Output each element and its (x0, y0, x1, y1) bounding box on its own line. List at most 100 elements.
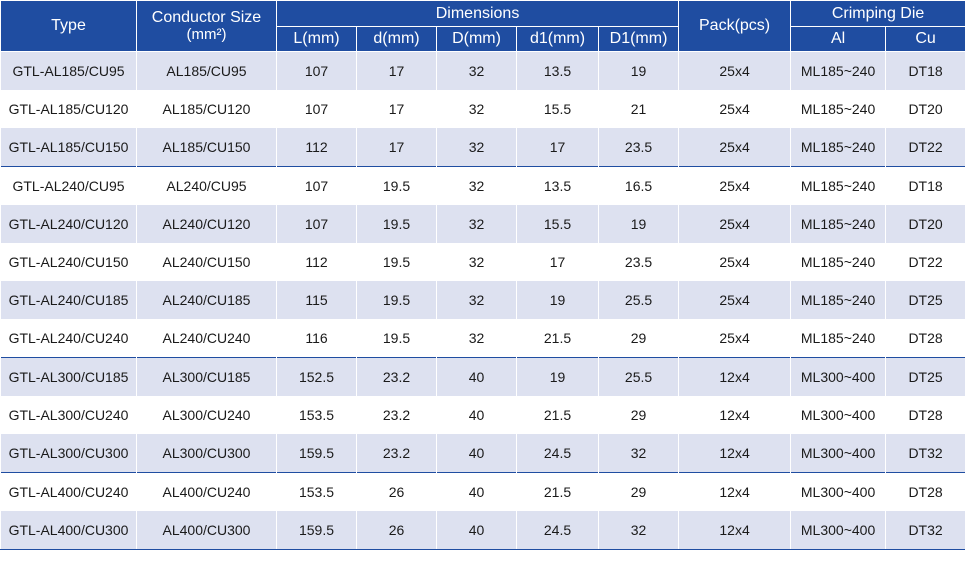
cell-d1: 21.5 (516, 472, 599, 511)
table-row: GTL-AL400/CU300 AL400/CU300 159.5 26 40 24.5 3… (0, 511, 965, 550)
col-header-L: L(mm) (276, 26, 357, 52)
cell-d1: 13.5 (516, 51, 599, 90)
cell-d1: 29 (597, 319, 680, 358)
cell-size: AL300/CU185 (136, 357, 277, 396)
cell-al: ML185~240 (790, 90, 887, 128)
cell-d1: 23.5 (597, 128, 680, 167)
cell-d1: 25.5 (597, 281, 680, 319)
table-row: GTL-AL300/CU185 AL300/CU185 152.5 23.2 40 19 2… (0, 357, 965, 396)
cell-d1: 17 (516, 128, 599, 167)
cell-type: GTL-AL240/CU120 (0, 205, 137, 243)
cell-d: 23.2 (356, 434, 437, 473)
cell-type: GTL-AL185/CU150 (0, 128, 137, 167)
conductor-size-label: Conductor Size (151, 8, 262, 26)
col-header-dimensions: Dimensions (275, 0, 680, 27)
cell-cu: DT28 (885, 472, 965, 511)
cell-d: 23.2 (356, 357, 437, 396)
cell-pack: 12x4 (678, 511, 792, 550)
table-row: GTL-AL185/CU150 AL185/CU150 112 17 32 17 23.5 2… (0, 128, 965, 167)
table-row: GTL-AL240/CU185 AL240/CU185 115 19.5 32 19 25.… (0, 281, 965, 319)
cell-type: GTL-AL240/CU240 (0, 319, 137, 358)
cell-d1: 15.5 (516, 90, 599, 128)
col-header-D: D(mm) (436, 26, 517, 52)
cell-pack: 25x4 (678, 51, 792, 90)
cell-d: 40 (436, 434, 517, 473)
cell-cu: DT18 (885, 51, 965, 90)
cell-d1: 16.5 (597, 166, 680, 205)
cell-d: 40 (436, 472, 517, 511)
cell-l: 112 (276, 243, 357, 281)
cell-size: AL240/CU150 (136, 243, 277, 281)
cell-d1: 24.5 (516, 434, 599, 473)
cell-d: 23.2 (356, 396, 437, 434)
cell-size: AL400/CU300 (136, 511, 277, 550)
cell-al: ML300~400 (790, 472, 887, 511)
cell-cu: DT20 (885, 90, 965, 128)
cell-al: ML185~240 (790, 51, 887, 90)
cell-size: AL300/CU240 (136, 396, 277, 434)
col-header-crimping-die: Crimping Die (790, 0, 965, 27)
cell-d1: 29 (597, 472, 680, 511)
cell-l: 107 (276, 51, 357, 90)
cell-d: 19.5 (356, 166, 437, 205)
col-header-pack: Pack(pcs) (678, 0, 792, 52)
col-header-d1: d1(mm) (516, 26, 599, 52)
cell-type: GTL-AL400/CU300 (0, 511, 137, 550)
cell-d: 32 (436, 243, 517, 281)
cell-size: AL185/CU95 (136, 51, 277, 90)
cell-pack: 25x4 (678, 166, 792, 205)
cell-d1: 29 (597, 396, 680, 434)
cell-size: AL240/CU240 (136, 319, 277, 358)
table-row: GTL-AL240/CU95 AL240/CU95 107 19.5 32 13.5 16.… (0, 166, 965, 205)
cell-size: AL400/CU240 (136, 472, 277, 511)
cell-cu: DT25 (885, 281, 965, 319)
cell-d: 32 (436, 281, 517, 319)
cell-d1: 24.5 (516, 511, 599, 550)
cell-al: ML300~400 (790, 511, 887, 550)
cell-d1: 32 (597, 434, 680, 473)
cell-size: AL240/CU120 (136, 205, 277, 243)
cell-l: 116 (276, 319, 357, 358)
cell-al: ML185~240 (790, 281, 887, 319)
cell-size: AL185/CU120 (136, 90, 277, 128)
cell-d: 40 (436, 396, 517, 434)
cell-l: 107 (276, 205, 357, 243)
cell-pack: 25x4 (678, 205, 792, 243)
cell-al: ML185~240 (790, 128, 887, 167)
header-row-top: Type Conductor Size (mm²) Dimensions Pac… (0, 0, 965, 52)
cell-l: 107 (276, 166, 357, 205)
cell-d: 32 (436, 128, 517, 167)
cell-l: 159.5 (276, 434, 357, 473)
cell-d: 19.5 (356, 319, 437, 358)
cell-type: GTL-AL300/CU185 (0, 357, 137, 396)
cell-cu: DT18 (885, 166, 965, 205)
cell-cu: DT28 (885, 396, 965, 434)
spec-table: Type Conductor Size (mm²) Dimensions Pac… (0, 0, 965, 550)
cell-d: 32 (436, 205, 517, 243)
cell-cu: DT28 (885, 319, 965, 358)
cell-al: ML185~240 (790, 319, 887, 358)
cell-cu: DT32 (885, 511, 965, 550)
cell-d: 32 (436, 319, 517, 358)
cell-type: GTL-AL185/CU95 (0, 51, 137, 90)
cell-pack: 25x4 (678, 90, 792, 128)
cell-d: 19.5 (356, 205, 437, 243)
table-header: Type Conductor Size (mm²) Dimensions Pac… (0, 0, 965, 52)
cell-d1: 25.5 (597, 357, 680, 396)
cell-d: 17 (356, 128, 437, 167)
cell-pack: 12x4 (678, 472, 792, 511)
cell-d: 40 (436, 357, 517, 396)
cell-type: GTL-AL300/CU300 (0, 434, 137, 473)
table-row: GTL-AL185/CU120 AL185/CU120 107 17 32 15.5 21 2… (0, 90, 965, 128)
cell-pack: 12x4 (678, 357, 792, 396)
col-header-cu: Cu (885, 26, 965, 52)
col-header-type: Type (0, 0, 137, 52)
cell-d: 26 (356, 511, 437, 550)
cell-al: ML185~240 (790, 243, 887, 281)
cell-d: 19.5 (356, 243, 437, 281)
cell-al: ML300~400 (790, 396, 887, 434)
table-row: GTL-AL240/CU120 AL240/CU120 107 19.5 32 15.5 1… (0, 205, 965, 243)
cell-d: 19.5 (356, 281, 437, 319)
cell-al: ML185~240 (790, 205, 887, 243)
cell-pack: 12x4 (678, 434, 792, 473)
